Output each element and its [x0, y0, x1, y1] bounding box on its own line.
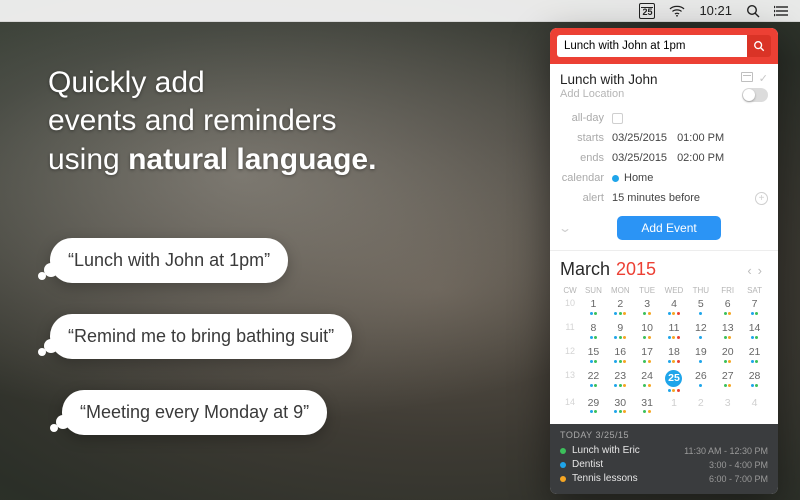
day-cell[interactable]: 23	[607, 367, 634, 391]
day-cell[interactable]: 28	[741, 367, 768, 391]
agenda-title: Dentist	[572, 459, 603, 470]
cw-header: CW	[560, 286, 580, 295]
headline-line2: events and reminders	[48, 102, 376, 140]
today-header: TODAY 3/25/15	[560, 430, 768, 440]
nl-input-bar	[550, 28, 778, 64]
day-cell[interactable]: 4	[661, 295, 688, 319]
ends-date[interactable]: 03/25/2015	[612, 152, 667, 164]
day-cell[interactable]: 6	[714, 295, 741, 319]
event-location-field[interactable]: Add Location	[560, 88, 741, 100]
calendar-dot-icon	[560, 476, 566, 482]
day-cell[interactable]: 8	[580, 319, 607, 343]
calendar-dot-icon	[560, 448, 566, 454]
menubar-clock[interactable]: 10:21	[699, 3, 732, 18]
day-cell[interactable]: 2	[687, 394, 714, 418]
example-bubble-3: “Meeting every Monday at 9”	[62, 390, 327, 435]
ends-label: ends	[560, 152, 612, 164]
allday-label: all-day	[560, 112, 612, 124]
notification-center-icon[interactable]	[774, 5, 788, 17]
day-cell[interactable]: 29	[580, 394, 607, 418]
day-cell[interactable]: 7	[741, 295, 768, 319]
agenda-item[interactable]: Dentist 3:00 - 4:00 PM	[560, 458, 768, 472]
example-bubble-2: “Remind me to bring bathing suit”	[50, 314, 352, 359]
event-title[interactable]: Lunch with John	[560, 72, 741, 87]
event-type-toggle[interactable]	[742, 88, 768, 102]
day-cell[interactable]: 17	[634, 343, 661, 367]
day-cell[interactable]: 16	[607, 343, 634, 367]
day-cell[interactable]: 10	[634, 319, 661, 343]
day-cell[interactable]: 11	[661, 319, 688, 343]
mac-menubar: 25 10:21	[0, 0, 800, 22]
calendar-picker[interactable]: Home	[612, 172, 653, 184]
day-cell[interactable]: 26	[687, 367, 714, 391]
wifi-icon[interactable]	[669, 5, 685, 17]
menubar-calendar-day: 25	[642, 8, 652, 17]
spotlight-icon[interactable]	[746, 4, 760, 18]
day-cell[interactable]: 15	[580, 343, 607, 367]
day-cell[interactable]: 20	[714, 343, 741, 367]
day-cell[interactable]: 2	[607, 295, 634, 319]
agenda-time: 6:00 - 7:00 PM	[709, 474, 768, 484]
quick-add-popover: Lunch with John Add Location ✓ all-day s…	[550, 28, 778, 494]
day-cell[interactable]: 18	[661, 343, 688, 367]
day-cell[interactable]: 19	[687, 343, 714, 367]
agenda-time: 11:30 AM - 12:30 PM	[684, 446, 768, 456]
starts-date[interactable]: 03/25/2015	[612, 132, 667, 144]
alert-picker[interactable]: 15 minutes before	[612, 192, 700, 205]
agenda-item[interactable]: Tennis lessons 6:00 - 7:00 PM	[560, 472, 768, 486]
day-cell[interactable]: 21	[741, 343, 768, 367]
add-event-button[interactable]: Add Event	[617, 216, 720, 240]
month-calendar: March 2015 ‹› CW SUN MON TUE WED THU FRI…	[550, 251, 778, 424]
example-bubble-1: “Lunch with John at 1pm”	[50, 238, 288, 283]
day-cell[interactable]: 13	[714, 319, 741, 343]
day-cell[interactable]: 1	[580, 295, 607, 319]
month-label: March	[560, 259, 610, 280]
alert-label: alert	[560, 192, 612, 204]
starts-time[interactable]: 01:00 PM	[677, 132, 724, 144]
year-label: 2015	[616, 259, 656, 280]
ends-time[interactable]: 02:00 PM	[677, 152, 724, 164]
weekday-header: CW SUN MON TUE WED THU FRI SAT	[560, 286, 768, 295]
headline-line1: Quickly add	[48, 64, 376, 102]
cw-cell: 14	[560, 394, 580, 407]
agenda-title: Lunch with Eric	[572, 445, 640, 456]
event-mode-icon[interactable]	[741, 72, 753, 82]
cw-cell: 13	[560, 367, 580, 380]
day-cell[interactable]: 22	[580, 367, 607, 391]
search-button[interactable]	[747, 35, 771, 57]
add-alert-button[interactable]: +	[755, 192, 768, 205]
prev-month-button[interactable]: ‹	[747, 263, 757, 278]
reminder-mode-icon[interactable]: ✓	[759, 72, 768, 85]
day-cell[interactable]: 12	[687, 319, 714, 343]
day-cell[interactable]: 3	[634, 295, 661, 319]
agenda-title: Tennis lessons	[572, 473, 638, 484]
headline-line3: using natural language.	[48, 141, 376, 179]
day-cell[interactable]: 25	[661, 367, 688, 394]
day-cell[interactable]: 14	[741, 319, 768, 343]
day-cell[interactable]: 30	[607, 394, 634, 418]
calendar-dot-icon	[560, 462, 566, 468]
day-cell[interactable]: 27	[714, 367, 741, 391]
calendar-label: calendar	[560, 172, 612, 184]
day-cell[interactable]: 31	[634, 394, 661, 418]
day-cell[interactable]: 9	[607, 319, 634, 343]
day-cell[interactable]: 5	[687, 295, 714, 319]
expand-chevron-icon[interactable]: ⌄	[558, 221, 572, 235]
nl-input[interactable]	[557, 35, 747, 57]
day-cell[interactable]: 1	[661, 394, 688, 418]
allday-checkbox[interactable]	[612, 113, 623, 124]
cw-cell: 10	[560, 295, 580, 308]
cw-cell: 12	[560, 343, 580, 356]
starts-label: starts	[560, 132, 612, 144]
agenda-time: 3:00 - 4:00 PM	[709, 460, 768, 470]
day-cell[interactable]: 3	[714, 394, 741, 418]
next-month-button[interactable]: ›	[758, 263, 768, 278]
menubar-calendar-icon[interactable]: 25	[639, 3, 655, 19]
marketing-headline: Quickly add events and reminders using n…	[48, 64, 376, 179]
agenda-item[interactable]: Lunch with Eric 11:30 AM - 12:30 PM	[560, 444, 768, 458]
cw-cell: 11	[560, 319, 580, 332]
today-agenda: TODAY 3/25/15 Lunch with Eric 11:30 AM - …	[550, 424, 778, 494]
day-cell[interactable]: 4	[741, 394, 768, 418]
day-cell[interactable]: 24	[634, 367, 661, 391]
